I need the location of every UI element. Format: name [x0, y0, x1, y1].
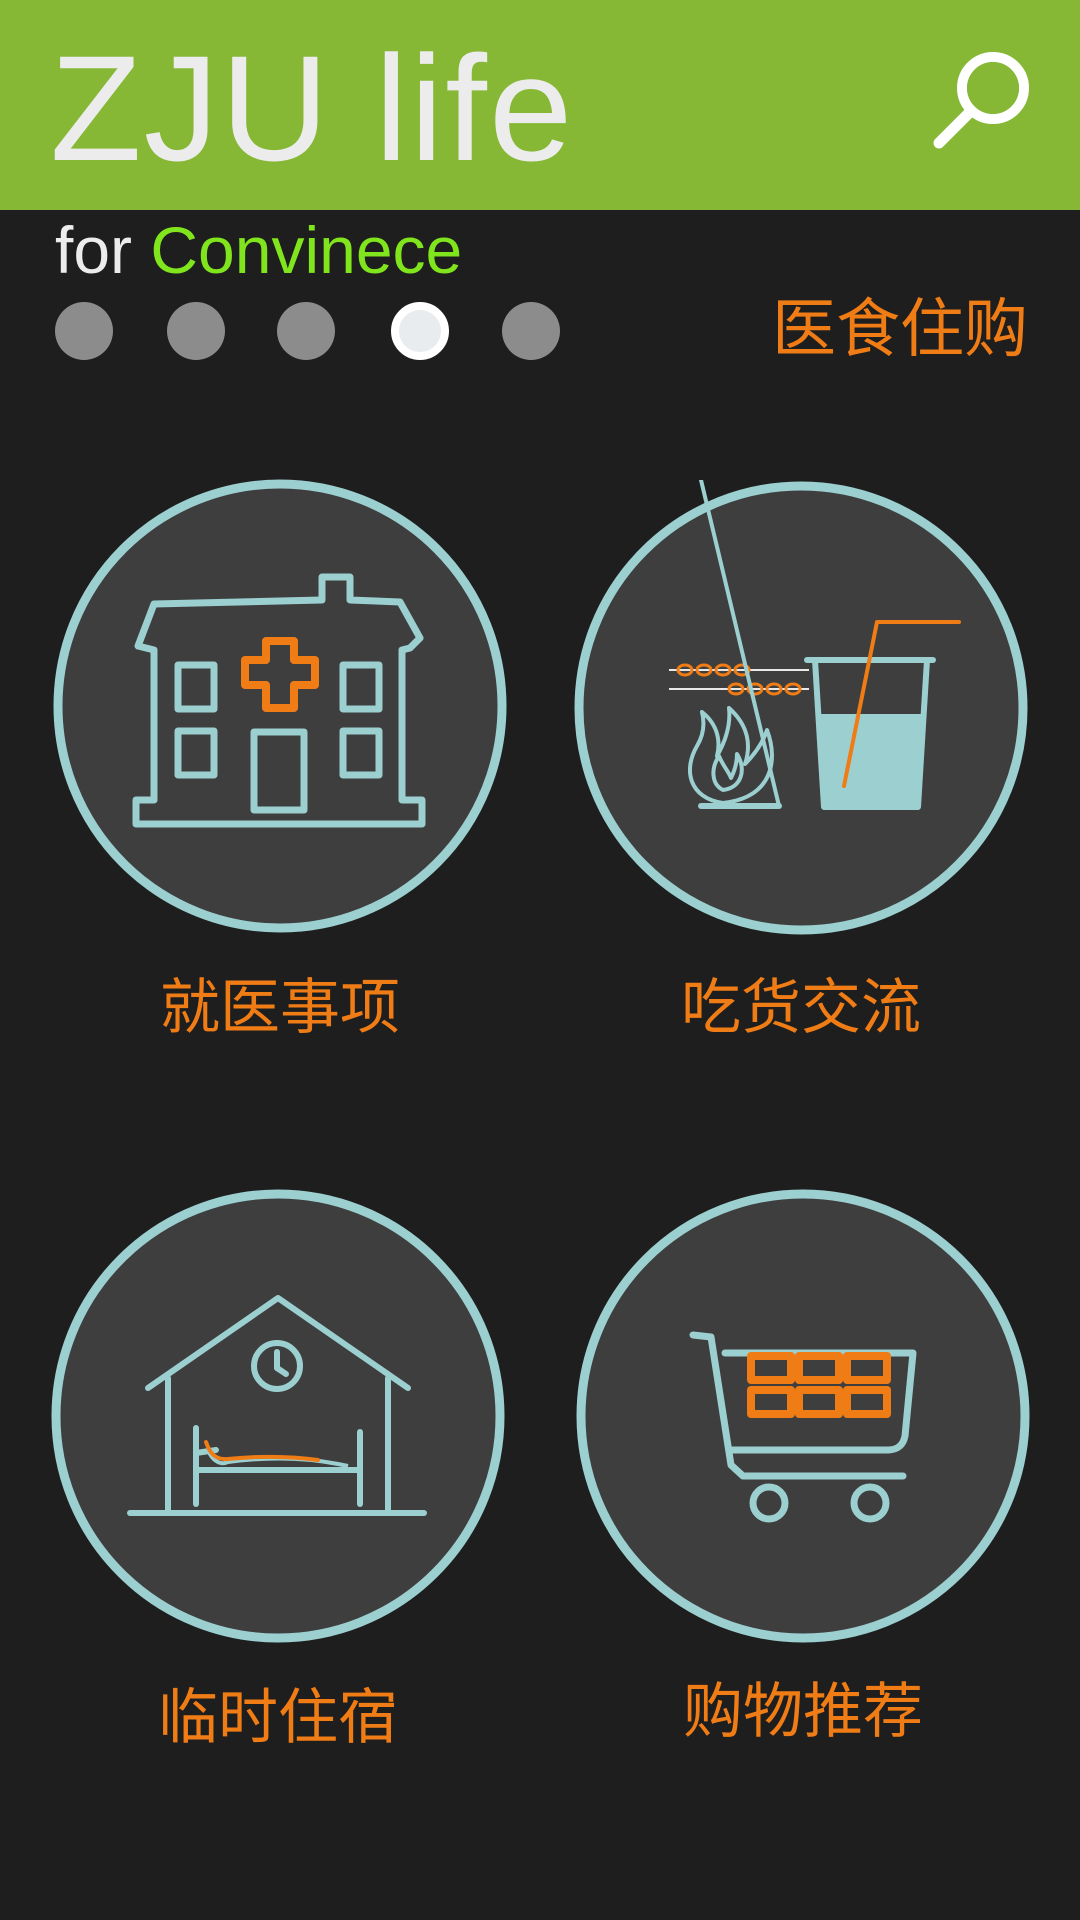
tile-medical[interactable]: 就医事项 [50, 478, 510, 1043]
app-header: ZJU life [0, 0, 1080, 210]
tile-lodging[interactable]: 临时住宿 [48, 1188, 508, 1753]
food-drink-icon [574, 480, 1028, 935]
page-dot-5[interactable] [502, 302, 560, 360]
page-dot-2[interactable] [167, 302, 225, 360]
subtitle-accent: Convinece [150, 213, 463, 287]
tile-medical-label: 就医事项 [160, 973, 400, 1043]
tile-shopping[interactable]: 购物推荐 [573, 1188, 1033, 1747]
hospital-icon [53, 479, 507, 933]
app-title: ZJU life [50, 24, 575, 192]
tile-lodging-label: 临时住宿 [158, 1683, 398, 1753]
section-title: 医食住购 [772, 293, 1028, 367]
shopping-cart-icon [576, 1189, 1030, 1643]
app-subtitle: for Convinece [55, 210, 462, 290]
tile-shopping-label: 购物推荐 [683, 1677, 923, 1747]
tile-food-label: 吃货交流 [681, 973, 921, 1043]
page-dot-1[interactable] [55, 302, 113, 360]
page-dot-3[interactable] [277, 302, 335, 360]
search-icon [933, 52, 1029, 149]
search-button[interactable] [925, 48, 1035, 158]
lodging-icon [51, 1189, 505, 1643]
tile-food[interactable]: 吃货交流 [571, 480, 1031, 1043]
page-dot-4[interactable] [391, 302, 449, 360]
subtitle-prefix: for [55, 213, 133, 287]
